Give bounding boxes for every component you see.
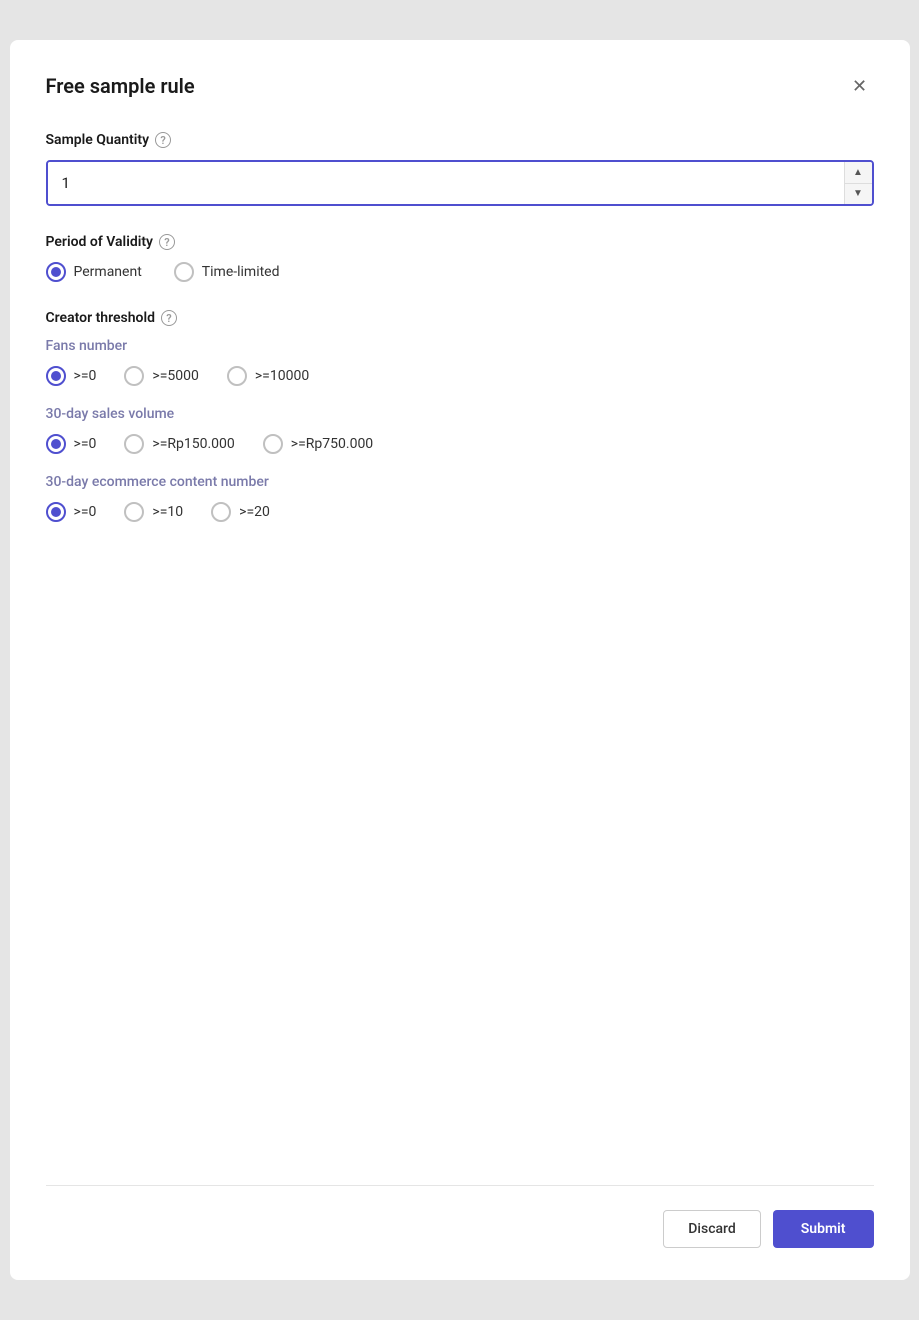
sample-quantity-section: Sample Quantity ? ▲ ▼ xyxy=(46,132,874,206)
sales-volume-label: 30-day sales volume xyxy=(46,406,874,422)
fans-gte10000-label: >=10000 xyxy=(255,368,309,384)
discard-button[interactable]: Discard xyxy=(663,1210,760,1248)
ec-gte20-option[interactable]: >=20 xyxy=(211,502,270,522)
sales-gte750-radio[interactable] xyxy=(263,434,283,454)
ec-gte20-radio[interactable] xyxy=(211,502,231,522)
fans-gte5000-option[interactable]: >=5000 xyxy=(124,366,198,386)
close-button[interactable]: ✕ xyxy=(846,72,874,100)
submit-button[interactable]: Submit xyxy=(773,1210,874,1248)
sales-gte150-option[interactable]: >=Rp150.000 xyxy=(124,434,234,454)
sales-gte750-option[interactable]: >=Rp750.000 xyxy=(263,434,373,454)
ec-gte10-radio[interactable] xyxy=(124,502,144,522)
permanent-radio[interactable] xyxy=(46,262,66,282)
fans-gte5000-radio[interactable] xyxy=(124,366,144,386)
quantity-input-wrapper: ▲ ▼ xyxy=(46,160,874,206)
ec-gte0-radio[interactable] xyxy=(46,502,66,522)
ec-gte0-option[interactable]: >=0 xyxy=(46,502,97,522)
modal-footer: Discard Submit xyxy=(46,1185,874,1248)
sales-gte0-radio[interactable] xyxy=(46,434,66,454)
period-of-validity-radio-group: Permanent Time-limited xyxy=(46,262,874,282)
modal-content: Sample Quantity ? ▲ ▼ Period of Validity… xyxy=(46,132,874,1185)
sales-volume-radio-group: >=0 >=Rp150.000 >=Rp750.000 xyxy=(46,434,874,454)
ecommerce-content-label: 30-day ecommerce content number xyxy=(46,474,874,490)
fans-gte10000-option[interactable]: >=10000 xyxy=(227,366,309,386)
ec-gte20-label: >=20 xyxy=(239,504,270,520)
fans-gte0-option[interactable]: >=0 xyxy=(46,366,97,386)
time-limited-radio[interactable] xyxy=(174,262,194,282)
time-limited-option[interactable]: Time-limited xyxy=(174,262,280,282)
fans-gte5000-label: >=5000 xyxy=(152,368,198,384)
fans-gte0-radio[interactable] xyxy=(46,366,66,386)
creator-threshold-help-icon[interactable]: ? xyxy=(161,310,177,326)
permanent-label: Permanent xyxy=(74,264,142,280)
sample-quantity-help-icon[interactable]: ? xyxy=(155,132,171,148)
time-limited-label: Time-limited xyxy=(202,264,280,280)
sample-quantity-input[interactable] xyxy=(48,162,844,204)
modal-header: Free sample rule ✕ xyxy=(46,72,874,100)
quantity-increment-button[interactable]: ▲ xyxy=(845,162,872,184)
modal-title: Free sample rule xyxy=(46,74,195,98)
sales-gte150-radio[interactable] xyxy=(124,434,144,454)
fans-gte0-label: >=0 xyxy=(74,368,97,384)
creator-threshold-label: Creator threshold ? xyxy=(46,310,874,326)
quantity-decrement-button[interactable]: ▼ xyxy=(845,184,872,205)
sales-volume-section: 30-day sales volume >=0 >=Rp150.000 > xyxy=(46,406,874,454)
ec-gte0-label: >=0 xyxy=(74,504,97,520)
free-sample-rule-modal: Free sample rule ✕ Sample Quantity ? ▲ ▼ xyxy=(10,40,910,1280)
sample-quantity-label: Sample Quantity ? xyxy=(46,132,874,148)
ec-gte10-label: >=10 xyxy=(152,504,183,520)
fans-number-section: Fans number >=0 >=5000 >=10000 xyxy=(46,338,874,386)
fans-gte10000-radio[interactable] xyxy=(227,366,247,386)
period-of-validity-section: Period of Validity ? Permanent Time-limi… xyxy=(46,234,874,282)
sales-gte150-label: >=Rp150.000 xyxy=(152,436,234,452)
sales-gte750-label: >=Rp750.000 xyxy=(291,436,373,452)
permanent-option[interactable]: Permanent xyxy=(46,262,142,282)
fans-number-radio-group: >=0 >=5000 >=10000 xyxy=(46,366,874,386)
sales-gte0-option[interactable]: >=0 xyxy=(46,434,97,454)
quantity-spinner: ▲ ▼ xyxy=(844,162,872,204)
ecommerce-content-radio-group: >=0 >=10 >=20 xyxy=(46,502,874,522)
creator-threshold-section: Creator threshold ? Fans number >=0 >=50… xyxy=(46,310,874,522)
ecommerce-content-section: 30-day ecommerce content number >=0 >=10 xyxy=(46,474,874,522)
fans-number-label: Fans number xyxy=(46,338,874,354)
period-of-validity-label: Period of Validity ? xyxy=(46,234,874,250)
sales-gte0-label: >=0 xyxy=(74,436,97,452)
period-of-validity-help-icon[interactable]: ? xyxy=(159,234,175,250)
ec-gte10-option[interactable]: >=10 xyxy=(124,502,183,522)
